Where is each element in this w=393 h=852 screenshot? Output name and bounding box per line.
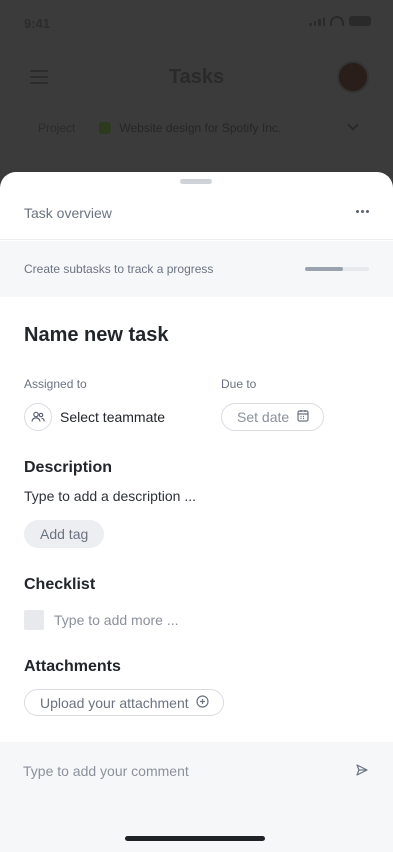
page-title: Tasks	[168, 66, 225, 88]
due-label: Due to	[221, 377, 257, 391]
avatar	[337, 61, 369, 93]
battery-icon	[349, 16, 371, 26]
checklist-checkbox[interactable]	[24, 610, 44, 630]
upload-attachment-button[interactable]: Upload your attachment	[24, 689, 224, 716]
sheet-title: Task overview	[24, 205, 112, 221]
progress-fill	[305, 267, 344, 271]
sheet-header: Task overview	[0, 196, 393, 240]
upload-text: Upload your attachment	[40, 694, 189, 711]
attachments-title: Attachments	[24, 658, 121, 675]
chevron-down-icon	[347, 119, 359, 131]
status-time: 9:41	[24, 16, 51, 31]
home-indicator	[125, 836, 265, 841]
progress-bar	[305, 267, 369, 271]
date-text: Set date	[237, 409, 290, 425]
checklist-input[interactable]: Type to add more ...	[54, 612, 179, 628]
teammate-text: Select teammate	[60, 409, 166, 425]
description-title: Description	[24, 459, 113, 476]
wifi-icon	[330, 16, 344, 26]
progress-row: Create subtasks to track a progress	[0, 241, 393, 297]
comment-input[interactable]: Type to add your comment	[23, 763, 189, 779]
description-input[interactable]: Type to add a description ...	[24, 488, 196, 504]
send-icon[interactable]	[355, 763, 369, 782]
background-app: 9:41 Tasks Project Website design for Sp…	[0, 0, 393, 200]
comment-bar: Type to add your comment	[0, 742, 393, 852]
assigned-label: Assigned to	[24, 377, 87, 391]
checklist-title: Checklist	[24, 576, 96, 593]
more-horizontal-icon[interactable]	[356, 210, 369, 213]
task-name-input[interactable]: Name new task	[24, 324, 169, 347]
add-tag-button[interactable]: Add tag	[24, 520, 105, 548]
status-icons	[309, 16, 371, 26]
plus-circle-icon	[196, 694, 209, 711]
project-name: Website design for Spotify Inc.	[119, 121, 282, 135]
calendar-icon	[297, 409, 309, 425]
project-label: Project	[38, 121, 76, 135]
task-sheet: Task overview Create subtasks to track a…	[0, 172, 393, 852]
progress-text: Create subtasks to track a progress	[24, 262, 214, 276]
users-icon	[24, 403, 52, 431]
select-teammate-button[interactable]: Select teammate	[24, 403, 165, 431]
signal-icon	[309, 16, 325, 26]
set-date-button[interactable]: Set date	[221, 403, 325, 431]
project-selector: Project Website design for Spotify Inc.	[24, 112, 369, 144]
project-emoji-icon	[99, 122, 112, 134]
sheet-grabber[interactable]	[180, 179, 212, 184]
checklist-item: Type to add more ...	[24, 610, 179, 630]
